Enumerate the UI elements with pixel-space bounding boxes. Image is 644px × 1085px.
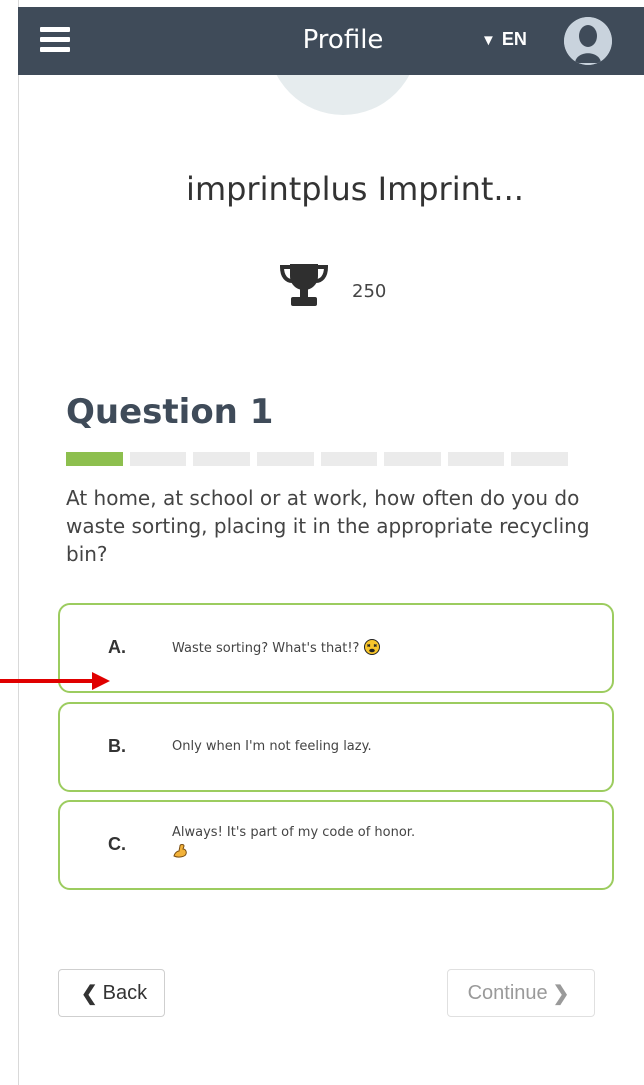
progress-segment [256,452,314,466]
progress-segment [384,452,441,466]
option-text: Only when I'm not feeling lazy. [172,739,372,754]
chevron-left-icon: ❮ [80,982,98,1005]
language-label: EN [501,29,527,49]
page-title: Profile [302,25,384,55]
option-text: Always! It's part of my code of honor. [172,824,532,861]
progress-segment [129,452,187,466]
top-bar: Profile ▼ EN [18,7,644,75]
option-letter: C. [108,834,126,854]
answer-option-a[interactable]: A. Waste sorting? What's that!? [58,603,614,693]
answer-option-b[interactable]: B. Only when I'm not feeling lazy. [58,702,614,792]
caret-down-icon: ▼ [481,32,496,49]
annotation-arrow-icon [0,672,110,690]
continue-label: Continue [467,981,548,1004]
progress-segment [193,452,250,466]
option-letter: A. [108,637,126,657]
progress-segment [511,452,568,466]
option-letter: B. [108,736,126,756]
back-label: Back [102,981,148,1004]
trophy-icon [278,258,330,310]
progress-segment [447,452,505,466]
language-selector[interactable]: ▼ EN [481,29,527,50]
continue-button[interactable]: Continue ❯ [447,969,595,1017]
progress-segment [320,452,378,466]
hamburger-menu-icon[interactable] [40,27,70,53]
question-title: Question 1 [66,392,274,432]
profile-avatar-backdrop [18,75,644,135]
option-text: Waste sorting? What's that!? [172,639,532,658]
question-text: At home, at school or at work, how often… [66,486,590,566]
score-value: 250 [352,281,387,302]
chevron-right-icon: ❯ [552,982,570,1005]
answer-option-c[interactable]: C. Always! It's part of my code of honor… [58,800,614,890]
back-button[interactable]: ❮ Back [58,969,165,1017]
progress-segment [66,452,123,466]
dizzy-face-emoji-icon [363,639,380,655]
flexed-biceps-emoji-icon [173,844,187,858]
user-avatar-icon[interactable] [564,17,612,65]
question-progress-bar [66,452,568,466]
profile-name: imprintplus Imprint... [186,170,524,208]
